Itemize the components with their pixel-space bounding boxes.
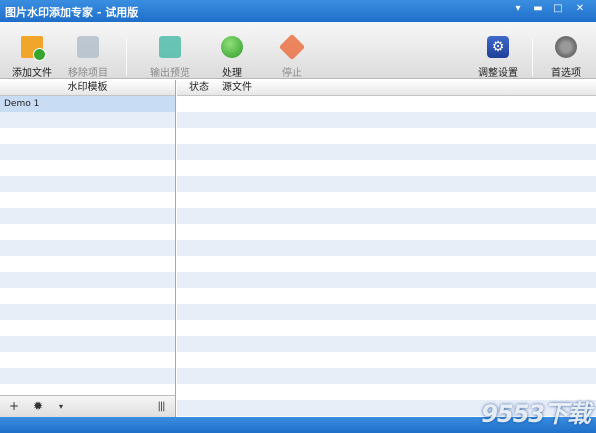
empty-row	[0, 176, 175, 192]
empty-row	[0, 208, 175, 224]
empty-row	[177, 240, 596, 256]
remove-item-label: 移除项目	[68, 68, 108, 79]
empty-row	[0, 304, 175, 320]
template-panel-header: 水印模板	[0, 80, 175, 96]
file-list-header: 状态 源文件	[177, 80, 596, 96]
empty-row	[177, 112, 596, 128]
menu-dropdown-button[interactable]: ▾	[509, 2, 527, 16]
stop-button[interactable]: 停止	[272, 22, 312, 79]
empty-row	[177, 192, 596, 208]
file-list	[177, 96, 596, 417]
adjust-settings-button[interactable]: ⚙ 调整设置	[474, 22, 522, 79]
preferences-button[interactable]: 首选项	[542, 22, 590, 79]
process-label: 处理	[222, 68, 242, 79]
empty-row	[177, 128, 596, 144]
columns-button[interactable]: |||	[150, 398, 172, 415]
empty-row	[177, 144, 596, 160]
template-list: Demo 1	[0, 96, 175, 417]
empty-row	[0, 144, 175, 160]
empty-row	[0, 192, 175, 208]
empty-row	[177, 336, 596, 352]
empty-row	[177, 208, 596, 224]
maximize-button[interactable]: □	[549, 2, 567, 16]
empty-row	[0, 288, 175, 304]
empty-row	[0, 320, 175, 336]
template-panel: 水印模板 Demo 1 + ✹ ▾ |||	[0, 80, 176, 417]
settings-gear-icon: ⚙	[487, 36, 509, 58]
output-preview-label: 输出预览	[150, 68, 190, 79]
file-list-panel: 状态 源文件	[177, 80, 596, 417]
empty-row	[0, 336, 175, 352]
add-files-button[interactable]: 添加文件	[8, 22, 56, 79]
empty-row	[0, 368, 175, 384]
empty-row	[0, 224, 175, 240]
template-gear-icon[interactable]: ✹	[28, 398, 48, 415]
empty-row	[177, 272, 596, 288]
adjust-settings-label: 调整设置	[478, 68, 518, 79]
template-dropdown-button[interactable]: ▾	[54, 398, 68, 415]
toolbar-separator	[126, 38, 127, 76]
empty-row	[177, 304, 596, 320]
add-template-button[interactable]: +	[4, 398, 24, 415]
remove-icon	[77, 36, 99, 58]
empty-row	[177, 320, 596, 336]
stop-icon	[278, 33, 306, 61]
process-button[interactable]: 处理	[212, 22, 252, 79]
empty-row	[0, 272, 175, 288]
toolbar: 添加文件 移除项目 输出预览 处理 停止 ⚙ 调整设置 首选项	[0, 22, 596, 79]
output-preview-button[interactable]: 输出预览	[146, 22, 194, 79]
watermark-logo: 9553下载	[481, 400, 591, 428]
minimize-button[interactable]: ▬	[529, 2, 547, 16]
column-source-file[interactable]: 源文件	[222, 80, 252, 96]
stop-label: 停止	[282, 68, 302, 79]
empty-row	[0, 256, 175, 272]
empty-row	[177, 288, 596, 304]
template-item[interactable]: Demo 1	[0, 96, 175, 112]
template-toolbar: + ✹ ▾ |||	[0, 395, 175, 417]
add-folder-icon	[21, 36, 46, 61]
remove-item-button[interactable]: 移除项目	[64, 22, 112, 79]
preferences-gear-icon	[555, 36, 577, 58]
title-bar: 图片水印添加专家 - 试用版 ▾ ▬ □ ✕	[0, 0, 596, 22]
empty-row	[0, 160, 175, 176]
preview-icon	[159, 36, 181, 58]
preferences-label: 首选项	[551, 68, 581, 79]
column-status[interactable]: 状态	[189, 80, 209, 96]
empty-row	[0, 112, 175, 128]
empty-row	[177, 256, 596, 272]
empty-row	[0, 128, 175, 144]
window-title: 图片水印添加专家 - 试用版	[5, 6, 139, 19]
close-button[interactable]: ✕	[571, 2, 589, 16]
process-icon	[221, 36, 243, 58]
empty-row	[177, 352, 596, 368]
add-files-label: 添加文件	[12, 68, 52, 79]
empty-row	[177, 224, 596, 240]
empty-row	[177, 176, 596, 192]
empty-row	[0, 352, 175, 368]
empty-row	[0, 240, 175, 256]
empty-row	[177, 160, 596, 176]
empty-row	[177, 96, 596, 112]
toolbar-separator	[532, 38, 533, 76]
empty-row	[177, 368, 596, 384]
